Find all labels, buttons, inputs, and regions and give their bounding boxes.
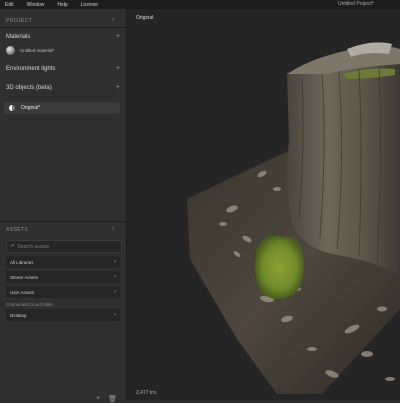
objects-label: 3D objects (beta) bbox=[6, 84, 52, 91]
materials-section-header[interactable]: Materials + bbox=[6, 33, 120, 40]
chevron-right-icon: › bbox=[114, 259, 116, 265]
search-icon: ⌕ bbox=[11, 243, 15, 249]
scanned-stump-model[interactable] bbox=[127, 9, 400, 400]
menu-help[interactable]: Help bbox=[52, 2, 75, 8]
trash-icon[interactable]: 🗑 bbox=[108, 395, 117, 403]
chevron-right-icon: › bbox=[114, 312, 116, 318]
search-input[interactable] bbox=[17, 243, 108, 250]
collapse-icon[interactable]: › bbox=[112, 17, 114, 23]
collapse-icon[interactable]: › bbox=[112, 226, 114, 232]
document-title: Untitled Project* bbox=[338, 1, 374, 7]
sidebar-footer: + 🗑 bbox=[96, 395, 117, 403]
material-sphere-icon bbox=[6, 46, 15, 55]
asset-row-user-assets[interactable]: User Assets › bbox=[6, 286, 120, 298]
object-visibility-icon[interactable] bbox=[9, 105, 15, 111]
menu-license[interactable]: License bbox=[76, 2, 106, 8]
material-item-label: Untitled material* bbox=[20, 48, 55, 53]
material-item[interactable]: Untitled material* bbox=[6, 46, 120, 55]
downloaded-section-label: Connected Cloud folder bbox=[6, 302, 54, 307]
asset-row-label: Starter Assets bbox=[10, 274, 39, 280]
divider bbox=[0, 27, 126, 28]
add-object-icon[interactable]: + bbox=[116, 84, 120, 91]
asset-row-starter-assets[interactable]: Starter Assets › bbox=[6, 271, 120, 283]
project-panel-header: PROJECT bbox=[6, 18, 33, 24]
asset-row-desktop[interactable]: Desktop › bbox=[6, 309, 120, 321]
chevron-right-icon: › bbox=[114, 274, 116, 280]
add-environment-icon[interactable]: + bbox=[116, 65, 120, 72]
divider bbox=[0, 221, 126, 222]
plus-icon[interactable]: + bbox=[96, 395, 100, 403]
asset-row-label: All Libraries bbox=[10, 259, 34, 265]
viewport-object-label: Original bbox=[136, 15, 154, 21]
object-item-label: Original* bbox=[21, 105, 41, 111]
moss-clump bbox=[255, 235, 304, 299]
environment-label: Environment lights bbox=[6, 65, 56, 72]
menu-window[interactable]: Window bbox=[22, 2, 53, 8]
asset-row-label: Desktop bbox=[10, 312, 27, 318]
menu-edit[interactable]: Edit bbox=[0, 2, 22, 8]
menu-bar: Edit Window Help License Untitled Projec… bbox=[0, 0, 400, 9]
objects-section-header[interactable]: 3D objects (beta) + bbox=[6, 84, 120, 91]
left-sidebar: PROJECT › Materials + Untitled material*… bbox=[0, 9, 127, 403]
chevron-right-icon: › bbox=[114, 289, 116, 295]
environment-section-header[interactable]: Environment lights + bbox=[6, 65, 120, 72]
add-material-icon[interactable]: + bbox=[116, 33, 120, 40]
materials-label: Materials bbox=[6, 33, 31, 40]
assets-panel-header: ASSETS bbox=[6, 227, 29, 233]
asset-row-label: User Assets bbox=[10, 289, 35, 295]
viewport-face-count: 2,477 tris bbox=[136, 390, 157, 396]
asset-row-all-libraries[interactable]: All Libraries › bbox=[6, 256, 120, 268]
object-item-original[interactable]: Original* bbox=[4, 102, 120, 114]
asset-search-box[interactable]: ⌕ bbox=[6, 240, 122, 253]
